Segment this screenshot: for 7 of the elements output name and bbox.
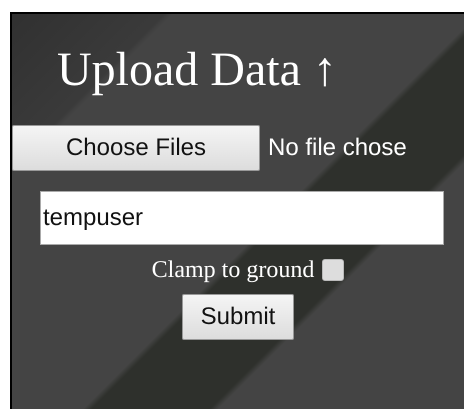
username-field[interactable]: tempuser [40, 190, 444, 245]
clamp-label: Clamp to ground [152, 256, 314, 284]
file-status-text: No file chose [268, 134, 407, 162]
choose-files-button[interactable]: Choose Files [12, 124, 260, 171]
clamp-checkbox[interactable] [322, 259, 344, 282]
panel-title: Upload Data ↑ [57, 44, 337, 97]
submit-button[interactable]: Submit [182, 294, 294, 340]
